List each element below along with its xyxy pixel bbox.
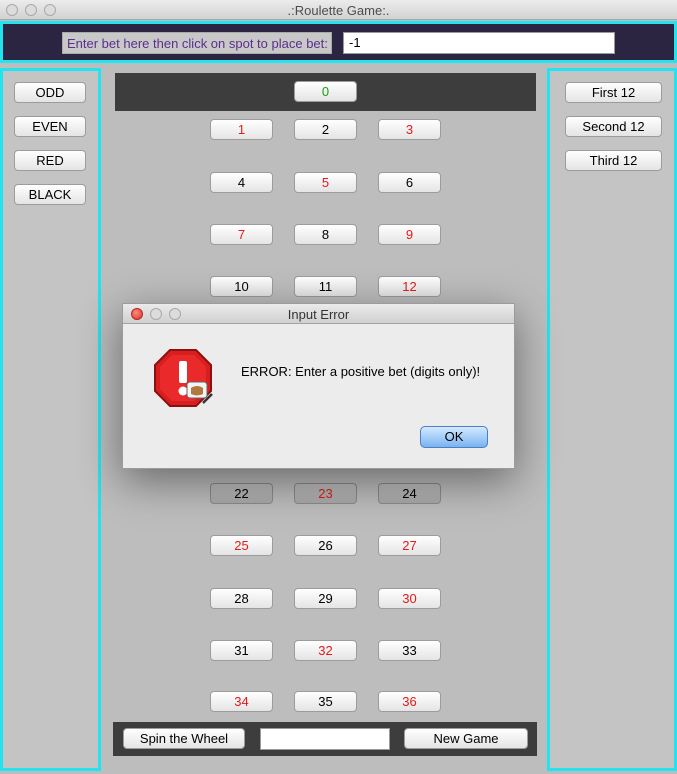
dialog-titlebar: Input Error: [123, 304, 514, 324]
number-36-button[interactable]: 36: [378, 691, 441, 712]
right-bet-panel: First 12 Second 12 Third 12: [547, 68, 677, 771]
number-6-button[interactable]: 6: [378, 172, 441, 193]
bet-input[interactable]: -1: [343, 32, 615, 54]
number-34-button[interactable]: 34: [210, 691, 273, 712]
number-30-button[interactable]: 30: [378, 588, 441, 609]
number-32-button[interactable]: 32: [294, 640, 357, 661]
number-25-button[interactable]: 25: [210, 535, 273, 556]
number-26-button[interactable]: 26: [294, 535, 357, 556]
new-game-button[interactable]: New Game: [404, 728, 528, 749]
even-button[interactable]: EVEN: [14, 116, 86, 137]
number-31-button[interactable]: 31: [210, 640, 273, 661]
dialog-title: Input Error: [287, 307, 350, 322]
spin-wheel-button[interactable]: Spin the Wheel: [123, 728, 245, 749]
number-35-button[interactable]: 35: [294, 691, 357, 712]
number-2-button[interactable]: 2: [294, 119, 357, 140]
black-button[interactable]: BLACK: [14, 184, 86, 205]
number-11-button[interactable]: 11: [294, 276, 357, 297]
second-12-button[interactable]: Second 12: [565, 116, 662, 137]
spin-result-field[interactable]: [260, 728, 390, 750]
number-12-button[interactable]: 12: [378, 276, 441, 297]
number-23-button[interactable]: 23: [294, 483, 357, 504]
number-9-button[interactable]: 9: [378, 224, 441, 245]
window-titlebar: .:Roulette Game:.: [0, 0, 677, 20]
number-3-button[interactable]: 3: [378, 119, 441, 140]
number-5-button[interactable]: 5: [294, 172, 357, 193]
first-12-button[interactable]: First 12: [565, 82, 662, 103]
number-4-button[interactable]: 4: [210, 172, 273, 193]
odd-button[interactable]: ODD: [14, 82, 86, 103]
number-22-button[interactable]: 22: [210, 483, 273, 504]
input-error-dialog: Input Error ERROR: Enter a positive bet …: [122, 303, 515, 469]
number-28-button[interactable]: 28: [210, 588, 273, 609]
number-7-button[interactable]: 7: [210, 224, 273, 245]
number-24-button[interactable]: 24: [378, 483, 441, 504]
number-33-button[interactable]: 33: [378, 640, 441, 661]
bet-label: Enter bet here then click on spot to pla…: [62, 32, 332, 54]
window-title: .:Roulette Game:.: [287, 3, 390, 18]
red-button[interactable]: RED: [14, 150, 86, 171]
dialog-message: ERROR: Enter a positive bet (digits only…: [241, 364, 481, 379]
number-29-button[interactable]: 29: [294, 588, 357, 609]
number-0-button[interactable]: 0: [294, 81, 357, 102]
third-12-button[interactable]: Third 12: [565, 150, 662, 171]
stop-warning-icon: [154, 349, 213, 407]
number-10-button[interactable]: 10: [210, 276, 273, 297]
number-27-button[interactable]: 27: [378, 535, 441, 556]
number-8-button[interactable]: 8: [294, 224, 357, 245]
number-1-button[interactable]: 1: [210, 119, 273, 140]
ok-button[interactable]: OK: [420, 426, 488, 448]
left-bet-panel: ODD EVEN RED BLACK: [0, 68, 101, 771]
bet-panel: Enter bet here then click on spot to pla…: [0, 21, 677, 63]
